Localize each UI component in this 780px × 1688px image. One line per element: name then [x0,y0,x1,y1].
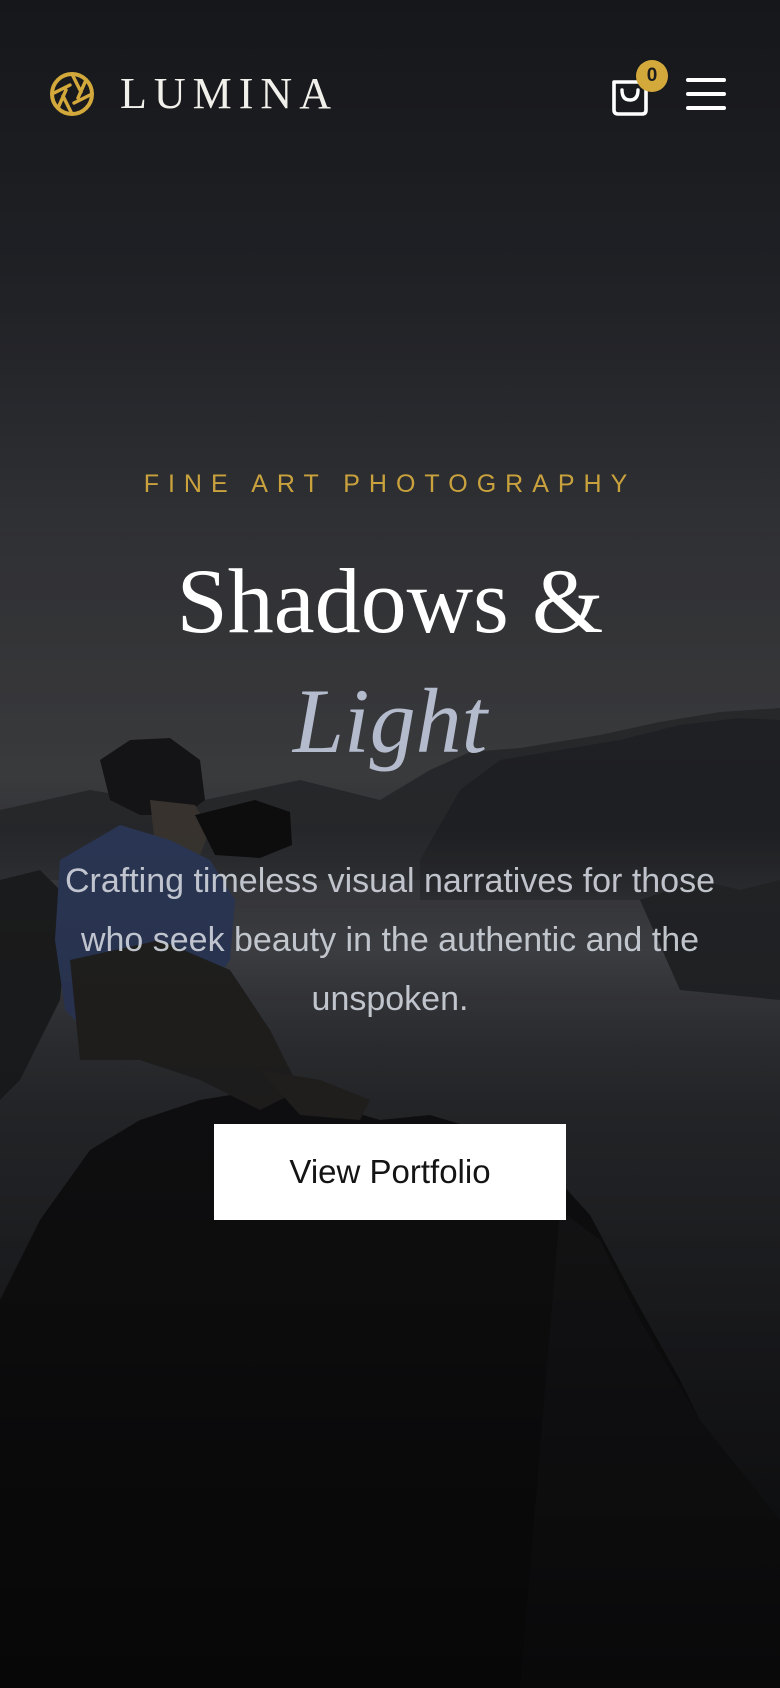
aperture-icon [50,72,94,116]
site-header: LUMINA 0 [0,0,780,190]
hero-subtitle: Crafting timeless visual narratives for … [64,862,716,1018]
hero-eyebrow: FINE ART PHOTOGRAPHY [143,470,637,498]
hamburger-line [686,92,726,96]
hero-title: Shadows & Light [0,555,780,767]
cart-count-badge: 0 [636,60,668,92]
hamburger-line [686,106,726,110]
menu-button[interactable] [686,78,728,114]
hero-title-line-1: Shadows & [176,550,604,652]
hero-section: LUMINA 0 FINE ART PHOTOGRAPHY Shadows & … [0,0,780,1688]
view-portfolio-button[interactable]: View Portfolio [214,1124,566,1220]
brand-name: LUMINA [120,69,338,118]
hero-title-line-2: Light [292,670,488,772]
brand-logo[interactable]: LUMINA [48,70,338,118]
hero-background-photo [0,0,780,1688]
cart-button[interactable]: 0 [610,60,668,120]
hamburger-menu-icon [686,78,726,82]
